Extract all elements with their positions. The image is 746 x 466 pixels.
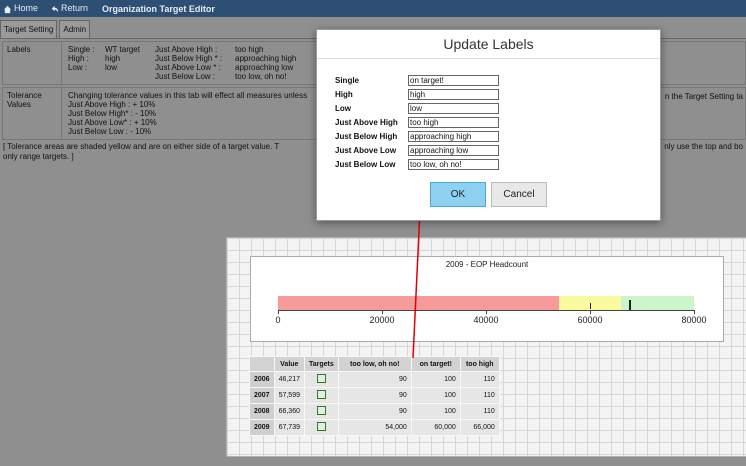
single-input[interactable] <box>408 74 499 86</box>
labels-form: Single High Low Just Above High Just Bel… <box>335 73 499 171</box>
form-row-just-above-low: Just Above Low <box>335 143 499 157</box>
just-below-high-label: Just Below High <box>335 131 398 141</box>
high-label: High <box>335 89 353 99</box>
form-row-low: Low <box>335 101 499 115</box>
form-row-high: High <box>335 87 499 101</box>
ok-button[interactable]: OK <box>430 182 486 207</box>
just-below-low-input[interactable] <box>408 158 499 170</box>
dialog-title: Update Labels <box>317 30 660 59</box>
form-row-single: Single <box>335 73 499 87</box>
just-above-high-label: Just Above High <box>335 117 398 127</box>
form-row-just-below-high: Just Below High <box>335 129 499 143</box>
just-above-high-input[interactable] <box>408 116 499 128</box>
just-below-low-label: Just Below Low <box>335 159 396 169</box>
just-above-low-input[interactable] <box>408 144 499 156</box>
low-label: Low <box>335 103 351 113</box>
low-input[interactable] <box>408 102 499 114</box>
update-labels-dialog: Update Labels Single High Low Just Above… <box>316 29 661 221</box>
single-label: Single <box>335 75 360 85</box>
form-row-just-above-high: Just Above High <box>335 115 499 129</box>
just-above-low-label: Just Above Low <box>335 145 397 155</box>
just-below-high-input[interactable] <box>408 130 499 142</box>
high-input[interactable] <box>408 88 499 100</box>
form-row-just-below-low: Just Below Low <box>335 157 499 171</box>
cancel-button[interactable]: Cancel <box>491 182 547 207</box>
